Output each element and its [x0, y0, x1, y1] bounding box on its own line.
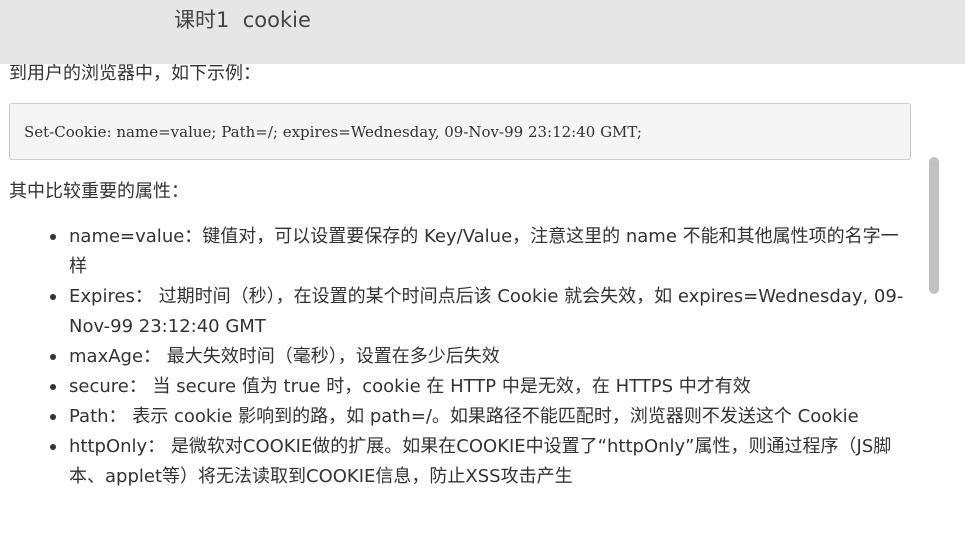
bullet-icon [50, 384, 56, 390]
attribute-expires: Expires： 过期时间（秒），在设置的某个时间点后该 Cookie 就会失效… [69, 286, 904, 337]
bullet-icon [50, 354, 56, 360]
attributes-list: name=value：键值对，可以设置要保存的 Key/Value，注意这里的 … [0, 222, 935, 492]
attribute-httponly: httpOnly： 是微软对COOKIE做的扩展。如果在COOKIE中设置了“h… [69, 436, 892, 487]
list-item: httpOnly： 是微软对COOKIE做的扩展。如果在COOKIE中设置了“h… [0, 432, 935, 492]
lesson-header: 课时1 cookie [0, 0, 965, 64]
list-item: Expires： 过期时间（秒），在设置的某个时间点后该 Cookie 就会失效… [0, 282, 935, 342]
code-text: Set-Cookie: name=value; Path=/; expires=… [24, 123, 642, 141]
list-item: secure： 当 secure 值为 true 时，cookie 在 HTTP… [0, 372, 935, 402]
list-item: Path： 表示 cookie 影响到的路，如 path=/。如果路径不能匹配时… [0, 402, 935, 432]
attribute-path: Path： 表示 cookie 影响到的路，如 path=/。如果路径不能匹配时… [69, 406, 859, 427]
bullet-icon [50, 414, 56, 420]
intro-text: 到用户的浏览器中，如下示例： [9, 64, 261, 84]
scrollbar-thumb[interactable] [929, 157, 939, 294]
article-content: 到用户的浏览器中，如下示例： Set-Cookie: name=value; P… [0, 64, 943, 552]
bullet-icon [50, 294, 56, 300]
attributes-heading: 其中比较重要的属性： [9, 181, 189, 202]
list-item: name=value：键值对，可以设置要保存的 Key/Value，注意这里的 … [0, 222, 935, 282]
attribute-secure: secure： 当 secure 值为 true 时，cookie 在 HTTP… [69, 376, 751, 397]
list-item: maxAge： 最大失效时间（毫秒），设置在多少后失效 [0, 342, 935, 372]
attribute-maxage: maxAge： 最大失效时间（毫秒），设置在多少后失效 [69, 346, 500, 367]
bullet-icon [50, 444, 56, 450]
scrollbar-track[interactable] [943, 64, 965, 552]
attribute-name-value: name=value：键值对，可以设置要保存的 Key/Value，注意这里的 … [69, 226, 899, 277]
bullet-icon [50, 234, 56, 240]
code-block: Set-Cookie: name=value; Path=/; expires=… [9, 103, 911, 160]
lesson-title: 课时1 cookie [174, 8, 311, 32]
